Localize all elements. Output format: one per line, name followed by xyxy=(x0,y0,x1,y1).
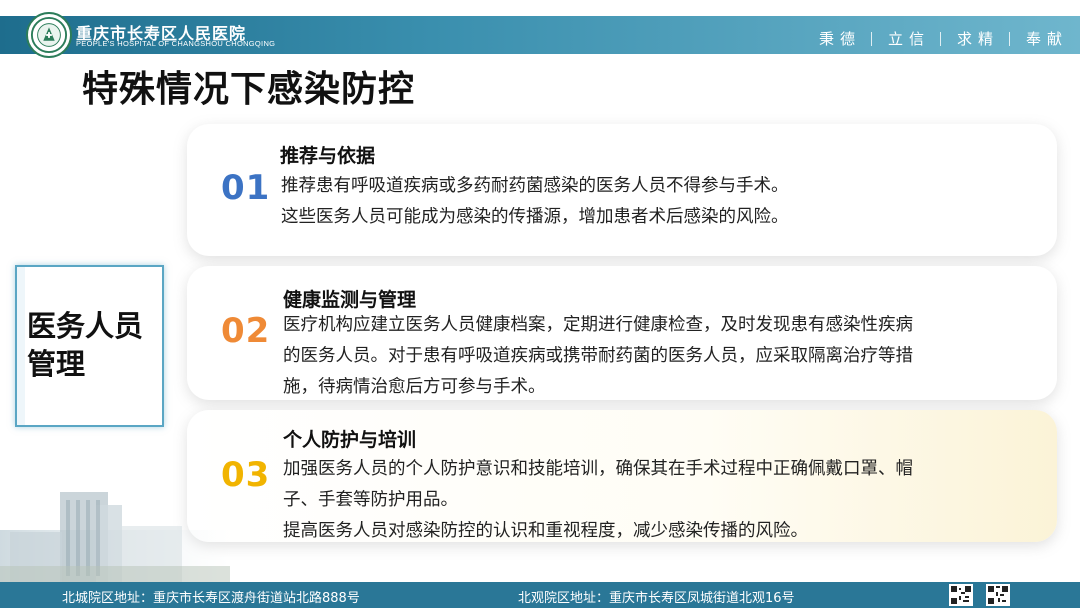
card-body: 医疗机构应建立医务人员健康档案，定期进行健康检查，及时发现患有感染性疾病 的医务… xyxy=(283,310,1053,403)
hospital-name-en: PEOPLE'S HOSPITAL OF CHANGSHOU CHONGQING xyxy=(76,39,276,48)
card-text-line: 加强医务人员的个人防护意识和技能培训，确保其在手术过程中正确佩戴口罩、帽 xyxy=(283,459,913,479)
card-number: 01 xyxy=(221,168,271,208)
motto-divider xyxy=(939,31,941,46)
footer-address-north-view: 北观院区地址：重庆市长寿区凤城街道北观16号 xyxy=(518,591,795,606)
card-heading: 个人防护与培训 xyxy=(283,429,417,451)
footer-address-north-city: 北城院区地址：重庆市长寿区渡舟街道站北路888号 xyxy=(62,591,360,606)
card-number: 03 xyxy=(221,455,271,495)
hospital-logo-icon xyxy=(26,12,72,58)
card-text-line: 这些医务人员可能成为感染的传播源，增加患者术后感染的风险。 xyxy=(281,207,789,227)
slide-title: 特殊情况下感染防控 xyxy=(82,69,416,110)
card-body: 加强医务人员的个人防护意识和技能培训，确保其在手术过程中正确佩戴口罩、帽 子、手… xyxy=(283,454,1053,547)
side-category-label: 医务人员管理 xyxy=(27,309,144,381)
qr-code-icon xyxy=(949,584,973,606)
card-text-line: 子、手套等防护用品。 xyxy=(283,490,458,510)
motto-divider xyxy=(870,31,872,46)
qr-code-icon xyxy=(986,584,1010,606)
card-heading: 健康监测与管理 xyxy=(283,289,417,311)
card-text-line: 的医务人员。对于患有呼吸道疾病或携带耐药菌的医务人员，应采取隔离治疗等措 xyxy=(283,346,913,366)
motto-item: 立信 xyxy=(887,30,930,48)
card-text-line: 施，待病情治愈后方可参与手术。 xyxy=(283,377,546,397)
motto-divider xyxy=(1008,31,1010,46)
motto-item: 求精 xyxy=(956,30,999,48)
card-text-line: 医疗机构应建立医务人员健康档案，定期进行健康检查，及时发现患有感染性疾病 xyxy=(283,315,913,335)
content-card-1: 01 推荐与依据 推荐患有呼吸道疾病或多药耐药菌感染的医务人员不得参与手术。 这… xyxy=(187,124,1057,256)
card-number: 02 xyxy=(221,311,271,351)
motto-item: 奉献 xyxy=(1025,30,1068,48)
card-body: 推荐患有呼吸道疾病或多药耐药菌感染的医务人员不得参与手术。 这些医务人员可能成为… xyxy=(281,171,1051,233)
content-card-2: 02 健康监测与管理 医疗机构应建立医务人员健康档案，定期进行健康检查，及时发现… xyxy=(187,266,1057,400)
hospital-motto: 秉德 立信 求精 奉献 xyxy=(819,28,1068,49)
card-text-line: 提高医务人员对感染防控的认识和重视程度，减少感染传播的风险。 xyxy=(283,521,808,541)
motto-item: 秉德 xyxy=(818,30,861,48)
content-card-3: 03 个人防护与培训 加强医务人员的个人防护意识和技能培训，确保其在手术过程中正… xyxy=(187,410,1057,542)
card-heading: 推荐与依据 xyxy=(280,145,376,167)
side-category-box: 医务人员管理 xyxy=(15,265,164,427)
card-text-line: 推荐患有呼吸道疾病或多药耐药菌感染的医务人员不得参与手术。 xyxy=(281,176,789,196)
